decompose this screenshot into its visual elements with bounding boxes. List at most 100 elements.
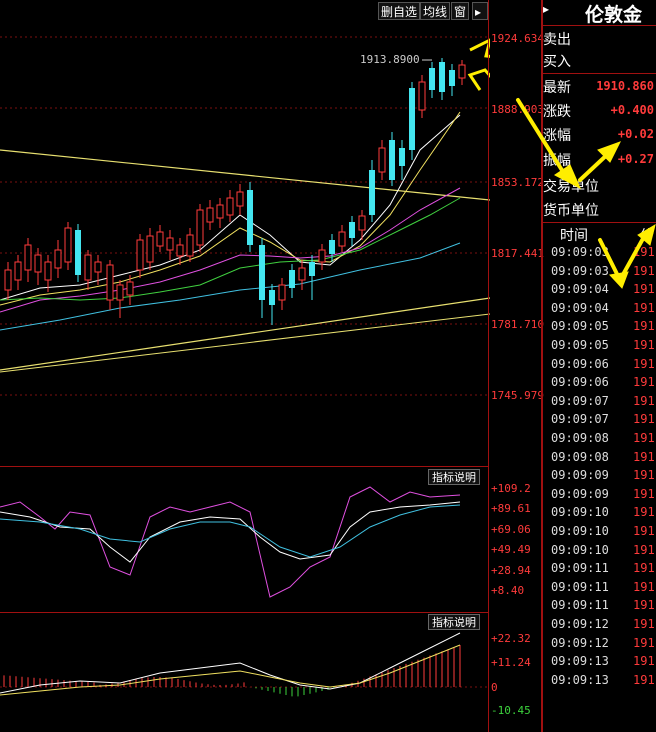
tick-time: 09:09:07	[551, 412, 609, 427]
tick-time: 09:09:10	[551, 542, 609, 557]
candle-body	[64, 227, 72, 263]
tick-row: 09:09:10 1911	[543, 543, 656, 560]
candle-body	[176, 244, 184, 257]
price-label: 1781.710	[491, 318, 544, 331]
delete-watchlist-button[interactable]: 删自选	[378, 2, 421, 20]
tick-row: 09:09:06 1911	[543, 375, 656, 392]
tick-price: 1911	[633, 598, 656, 613]
tick-time: 09:09:07	[551, 393, 609, 408]
candle-body	[84, 254, 92, 281]
candle-body	[269, 290, 275, 305]
tick-row: 09:09:11 1911	[543, 561, 656, 578]
trendline-lower-2	[0, 313, 490, 373]
candle-body	[54, 249, 62, 269]
tick-time: 09:09:13	[551, 654, 609, 669]
tick-time: 09:09:05	[551, 319, 609, 334]
tick-time: 09:09:06	[551, 375, 609, 390]
tick-price: 1911	[633, 635, 656, 650]
candle-body	[439, 62, 445, 92]
candle-body	[14, 261, 22, 281]
tick-price: 1911	[633, 524, 656, 538]
candle-body	[358, 215, 366, 231]
tick-time: 09:09:10	[551, 505, 609, 520]
candle-body	[318, 249, 326, 263]
grid-lines	[0, 36, 490, 396]
candle-body	[126, 281, 134, 296]
tick-price: 1911	[633, 654, 656, 669]
tick-time: 09:09:04	[551, 300, 609, 315]
tick-price: 1911	[633, 393, 656, 408]
tick-price: 1911	[633, 319, 656, 334]
candle-body	[4, 269, 12, 291]
candle-body	[399, 148, 405, 166]
tick-price: 1911	[633, 431, 656, 445]
candle-body	[349, 222, 355, 238]
tick-price: 1911	[633, 449, 656, 464]
window-button[interactable]: 窗	[451, 2, 470, 20]
indicator1-label: +69.06	[491, 523, 531, 536]
tick-row: 09:09:13 1911	[543, 673, 656, 690]
candle-body	[329, 240, 335, 254]
candle-body	[309, 262, 315, 276]
candle-body	[259, 245, 265, 300]
candle-body	[369, 170, 375, 215]
candle-body	[449, 70, 455, 86]
tick-price: 1911	[633, 338, 656, 352]
candle-body	[186, 234, 194, 257]
tick-row: 09:09:11 1911	[543, 598, 656, 615]
candlestick-chart[interactable]: 1913.8900	[0, 0, 490, 466]
candle-body	[458, 64, 466, 79]
tick-time: 09:09:11	[551, 598, 609, 613]
tick-row: 09:09:09 1911	[543, 487, 656, 504]
candle-body	[106, 264, 114, 301]
candle-body	[247, 190, 253, 245]
tick-row: 09:09:11 1911	[543, 580, 656, 597]
collapse-right-icon[interactable]: ▸	[543, 2, 557, 20]
tick-row: 09:09:07 1911	[543, 412, 656, 429]
tick-price: 1911	[633, 561, 656, 576]
candle-body	[389, 140, 395, 180]
tick-row: 09:09:10 1911	[543, 505, 656, 522]
tick-price: 1911	[633, 542, 656, 557]
tick-price: 1911	[633, 300, 656, 315]
indicator-chart-kdj	[0, 486, 461, 598]
tick-row: 09:09:05 1911	[543, 338, 656, 355]
candle-body	[409, 88, 415, 150]
candle-body	[24, 244, 32, 271]
candle-body	[236, 191, 244, 207]
candle-body	[166, 237, 174, 251]
tick-row: 09:09:09 1911	[543, 468, 656, 485]
candle-body	[378, 147, 386, 173]
trendline-lower-1	[0, 297, 490, 371]
indicator1-label: +8.40	[491, 584, 525, 597]
tick-price: 1911	[633, 672, 656, 687]
candle-body	[216, 204, 224, 219]
expand-right-icon[interactable]: ▸	[472, 2, 488, 20]
indicator2-label: +11.24	[491, 656, 531, 669]
tick-row: 09:09:12 1911	[543, 617, 656, 634]
annotation-price: 1913.8900	[360, 53, 420, 66]
macd-histogram	[3, 645, 461, 697]
tick-price: 1911	[633, 356, 656, 371]
tick-price: 1911	[633, 375, 656, 390]
candle-body	[226, 197, 234, 216]
indicator2-label: +22.32	[491, 632, 531, 645]
sell-row: 卖出	[543, 29, 656, 49]
tick-time: 09:09:09	[551, 486, 609, 501]
tick-price: 1911	[633, 579, 656, 594]
candle-body	[298, 267, 306, 281]
tick-time: 09:09:12	[551, 617, 609, 631]
tick-row: 09:09:04 1911	[543, 301, 656, 318]
tick-price: 1911	[633, 617, 656, 631]
tick-time: 09:09:08	[551, 449, 609, 464]
candle-body	[156, 231, 164, 247]
tick-row: 09:09:06 1911	[543, 357, 656, 374]
tick-time: 09:09:10	[551, 524, 609, 538]
indicator1-label: +109.2	[491, 482, 531, 495]
tick-row: 09:09:10 1911	[543, 524, 656, 541]
divider	[543, 25, 656, 26]
candle-body	[116, 284, 124, 301]
indicator1-label: +49.49	[491, 543, 531, 556]
ma-lines-button[interactable]: 均线	[420, 2, 451, 20]
tick-row: 09:09:12 1911	[543, 636, 656, 653]
